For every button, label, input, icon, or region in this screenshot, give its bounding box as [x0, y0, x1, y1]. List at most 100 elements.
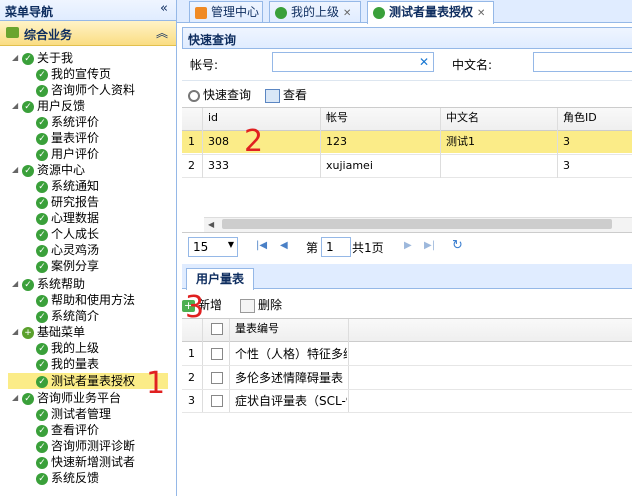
check-circle-icon: ✓: [36, 244, 48, 257]
delete-button[interactable]: 删除: [240, 296, 282, 313]
col-id[interactable]: id: [208, 108, 218, 128]
next-page-icon[interactable]: ▶: [404, 240, 412, 251]
tree-item-psy-data[interactable]: ✓ 心理数据: [36, 210, 99, 226]
tree-group-help[interactable]: ◢ ✓ 系统帮助: [12, 276, 85, 292]
view-button[interactable]: 查看: [265, 86, 307, 103]
tree-item-growth[interactable]: ✓ 个人成长: [36, 226, 99, 242]
tree-item-user-eval[interactable]: ✓ 用户评价: [36, 146, 99, 162]
row-checkbox[interactable]: [211, 372, 223, 384]
cnname-input[interactable]: [533, 52, 632, 72]
tree-item-help-usage[interactable]: ✓ 帮助和使用方法: [36, 292, 135, 308]
page-size-select[interactable]: 15 ▼: [188, 237, 238, 257]
clear-icon[interactable]: ✕: [419, 55, 429, 69]
tree-item-quick-add[interactable]: ✓ 快速新增测试者: [36, 454, 135, 470]
collapse-up-icon[interactable]: ︽: [156, 24, 168, 41]
tree-group-resources[interactable]: ◢ ✓ 资源中心: [12, 162, 85, 178]
tab-my-superior[interactable]: 我的上级 ✕: [269, 1, 361, 22]
col-cnname[interactable]: 中文名: [446, 108, 479, 128]
rss-icon: [195, 6, 207, 19]
tree-item-my-scales[interactable]: ✓ 我的量表: [36, 356, 99, 372]
check-circle-icon: ✓: [22, 392, 34, 405]
expand-arrow-icon[interactable]: ◢: [12, 390, 22, 406]
page-number-input[interactable]: 1: [321, 237, 351, 257]
tree-group-consultant[interactable]: ◢ ✓ 咨询师业务平台: [12, 390, 121, 406]
tab-user-scales[interactable]: 用户量表: [186, 268, 254, 290]
cell-account: 123: [326, 135, 347, 148]
collapse-left-icon[interactable]: «: [160, 1, 168, 16]
tree-group-basic[interactable]: ◢ + 基础菜单: [12, 324, 85, 340]
tree-group-feedback[interactable]: ◢ ✓ 用户反馈: [12, 98, 85, 114]
check-circle-icon: ✓: [36, 148, 48, 161]
divider: [182, 412, 632, 413]
left-navigation: 菜单导航 « 综合业务 ︽ ◢ ✓ 关于我 ✓ 我的宣传页 ✓ 咨询师个人资料 ◢ ✓ 用户…: [0, 0, 177, 496]
check-circle-icon: ✓: [22, 52, 34, 65]
tree-item-tester-mgmt[interactable]: ✓ 测试者管理: [36, 406, 111, 422]
divider: [182, 232, 632, 233]
expand-arrow-icon[interactable]: ◢: [12, 98, 22, 114]
nav-panel-title: 综合业务: [24, 28, 73, 42]
nav-panel-header[interactable]: 综合业务 ︽: [0, 21, 176, 46]
cell-cnname: 测试1: [446, 135, 475, 148]
check-circle-icon: ✓: [36, 260, 48, 273]
tree-item-promo-page[interactable]: ✓ 我的宣传页: [36, 66, 111, 82]
check-circle-icon: ✓: [36, 196, 48, 209]
check-circle-icon: ✓: [36, 440, 48, 453]
prev-page-icon[interactable]: ◀: [280, 240, 288, 251]
row-checkbox[interactable]: [211, 348, 223, 360]
quick-search-button[interactable]: 快速查询: [188, 86, 251, 103]
divider: [182, 177, 632, 178]
tree-item-system-eval[interactable]: ✓ 系统评价: [36, 114, 99, 130]
check-circle-icon: ✓: [36, 68, 48, 81]
row-number: 2: [188, 371, 195, 384]
select-all-checkbox[interactable]: [211, 323, 223, 335]
tree-item-soup[interactable]: ✓ 心灵鸡汤: [36, 242, 99, 258]
tree-item-intro[interactable]: ✓ 系统简介: [36, 308, 99, 324]
tree-item-my-superior[interactable]: ✓ 我的上级: [36, 340, 99, 356]
scroll-left-icon[interactable]: ◀: [208, 220, 214, 229]
check-circle-icon: ✓: [22, 164, 34, 177]
check-circle-icon: ✓: [36, 212, 48, 225]
check-circle-icon: ✓: [36, 424, 48, 437]
row-checkbox[interactable]: [211, 395, 223, 407]
tab-admin-center[interactable]: 管理中心: [189, 1, 263, 22]
account-label: 帐号:: [190, 58, 219, 72]
col-scale-code[interactable]: 量表编号: [235, 319, 279, 339]
col-account[interactable]: 帐号: [326, 108, 348, 128]
tree-item-sys-feedback[interactable]: ✓ 系统反馈: [36, 470, 99, 486]
expand-arrow-icon[interactable]: ◢: [12, 276, 22, 292]
check-circle-icon: ✓: [36, 116, 48, 129]
quick-query-header: 快速查询: [182, 27, 632, 49]
tab-scale-authorization[interactable]: 测试者量表授权 ✕: [367, 1, 494, 24]
row-number: 1: [188, 135, 195, 148]
scrollbar-thumb[interactable]: [222, 219, 612, 229]
check-circle-icon: ✓: [36, 132, 48, 145]
tree-item-scale-authorization[interactable]: ✓ 测试者量表授权: [8, 373, 168, 389]
tree-item-report[interactable]: ✓ 研究报告: [36, 194, 99, 210]
tree-item-notice[interactable]: ✓ 系统通知: [36, 178, 99, 194]
cell-id: 333: [208, 159, 229, 172]
tab-bar: 管理中心 我的上级 ✕ 测试者量表授权 ✕: [177, 0, 632, 24]
close-icon[interactable]: ✕: [477, 8, 485, 19]
first-page-icon[interactable]: |◀: [256, 240, 267, 251]
expand-arrow-icon[interactable]: ◢: [12, 50, 22, 66]
chevron-down-icon: ▼: [227, 240, 234, 249]
refresh-icon[interactable]: ↻: [452, 238, 463, 253]
check-circle-icon: [373, 6, 385, 19]
tree-item-cases[interactable]: ✓ 案例分享: [36, 258, 99, 274]
tree-item-profile[interactable]: ✓ 咨询师个人资料: [36, 82, 135, 98]
tree-item-diagnosis[interactable]: ✓ 咨询师测评诊断: [36, 438, 135, 454]
page-total: 共1页: [352, 241, 384, 255]
col-role[interactable]: 角色ID: [563, 108, 597, 128]
tree-item-view-eval[interactable]: ✓ 查看评价: [36, 422, 99, 438]
tree-item-scale-eval[interactable]: ✓ 量表评价: [36, 130, 99, 146]
last-page-icon[interactable]: ▶|: [424, 240, 435, 251]
cnname-label: 中文名:: [452, 58, 493, 72]
search-icon: [188, 89, 200, 102]
tree-group-about[interactable]: ◢ ✓ 关于我: [12, 50, 73, 66]
expand-arrow-icon[interactable]: ◢: [12, 324, 22, 340]
check-circle-icon: ✓: [36, 294, 48, 307]
close-icon[interactable]: ✕: [343, 8, 351, 19]
account-input[interactable]: [272, 52, 434, 72]
check-circle-icon: ✓: [36, 228, 48, 241]
expand-arrow-icon[interactable]: ◢: [12, 162, 22, 178]
